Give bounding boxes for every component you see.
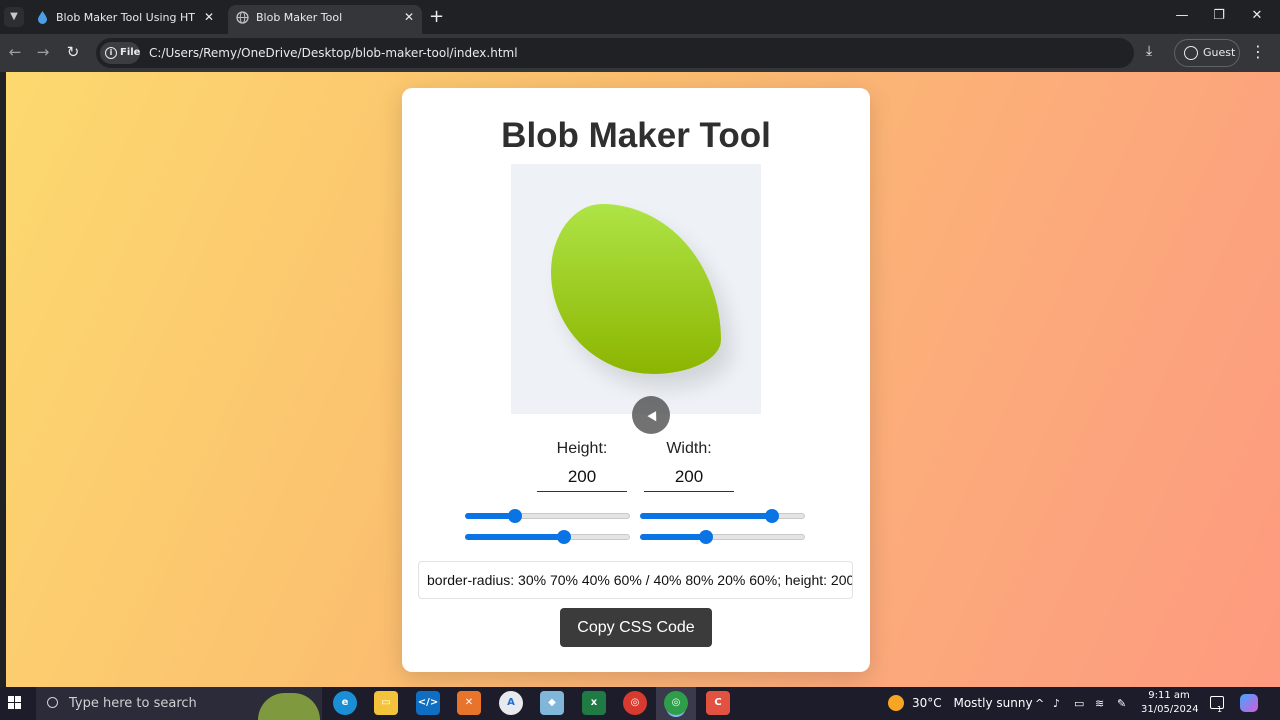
width-label: Width: bbox=[666, 440, 712, 457]
blob-preview bbox=[511, 164, 761, 414]
pen-icon[interactable]: ✎ bbox=[1117, 687, 1126, 720]
back-arrow-icon[interactable]: ← bbox=[5, 42, 25, 62]
copilot-icon[interactable] bbox=[1240, 694, 1258, 712]
slider-radius-bottom-right[interactable] bbox=[465, 529, 630, 545]
maximize-button[interactable]: ❐ bbox=[1199, 4, 1239, 28]
app-icon[interactable]: C bbox=[706, 691, 730, 715]
info-icon: i bbox=[105, 47, 117, 59]
globe-icon bbox=[236, 11, 249, 24]
address-bar[interactable]: i File C:/Users/Remy/OneDrive/Desktop/bl… bbox=[96, 38, 1134, 68]
blob-maker-card: Blob Maker Tool Height: Width: bbox=[402, 88, 870, 672]
clock-time: 9:11 am bbox=[1148, 690, 1190, 701]
close-icon[interactable]: ✕ bbox=[404, 5, 414, 30]
chrome-icon[interactable]: ◎ bbox=[623, 691, 647, 715]
taskbar: Type here to search e ▭ </> ✕ A ◆ x ◎ ◎ … bbox=[0, 687, 1280, 720]
slider-thumb[interactable] bbox=[508, 509, 522, 523]
forward-arrow-icon[interactable]: → bbox=[33, 42, 53, 62]
tab-blob-maker-tutorial[interactable]: Blob Maker Tool Using HTML, C ✕ bbox=[28, 5, 222, 34]
search-icon bbox=[47, 697, 58, 708]
tab-title: Blob Maker Tool bbox=[256, 11, 343, 24]
profile-button[interactable]: Guest bbox=[1174, 39, 1240, 67]
search-highlight-icon bbox=[258, 693, 320, 720]
xampp-icon[interactable]: ✕ bbox=[457, 691, 481, 715]
app-icon[interactable]: ◆ bbox=[540, 691, 564, 715]
excel-icon[interactable]: x bbox=[582, 691, 606, 715]
slider-fill bbox=[465, 534, 564, 540]
menu-icon[interactable]: ⋮ bbox=[1250, 42, 1266, 61]
url-text[interactable]: C:/Users/Remy/OneDrive/Desktop/blob-make… bbox=[149, 38, 518, 68]
close-icon[interactable]: ✕ bbox=[204, 5, 214, 30]
height-input[interactable] bbox=[537, 462, 627, 492]
width-input[interactable] bbox=[644, 462, 734, 492]
new-tab-button[interactable]: + bbox=[429, 6, 444, 28]
slider-radius-bottom-left[interactable] bbox=[640, 529, 805, 545]
tab-blob-maker-tool[interactable]: Blob Maker Tool ✕ bbox=[228, 5, 422, 34]
battery-icon[interactable]: ▭ bbox=[1074, 687, 1084, 720]
taskbar-clock[interactable]: 9:11 am 31/05/2024 bbox=[1141, 689, 1199, 717]
page-title: Blob Maker Tool bbox=[501, 116, 771, 155]
page-viewport: Blob Maker Tool Height: Width: bbox=[6, 72, 1280, 687]
weather-widget[interactable]: 30°C Mostly sunny bbox=[886, 687, 1033, 720]
site-info-label: File bbox=[120, 47, 141, 58]
download-icon[interactable]: ⤓ bbox=[1146, 43, 1152, 59]
cursor-icon bbox=[632, 396, 670, 434]
taskbar-search-placeholder: Type here to search bbox=[69, 696, 197, 711]
slider-thumb[interactable] bbox=[765, 509, 779, 523]
copy-css-button[interactable]: Copy CSS Code bbox=[560, 608, 712, 647]
tab-title: Blob Maker Tool Using HTML, C bbox=[56, 11, 196, 24]
wifi-icon[interactable]: ≋ bbox=[1095, 687, 1104, 720]
vscode-icon[interactable]: </> bbox=[416, 691, 440, 715]
notification-count: 1 bbox=[1217, 705, 1223, 714]
browser-toolbar: ← → ↻ i File C:/Users/Remy/OneDrive/Desk… bbox=[0, 34, 1280, 72]
slider-thumb[interactable] bbox=[557, 530, 571, 544]
slider-fill bbox=[640, 534, 706, 540]
chevron-up-icon[interactable]: ^ bbox=[1035, 687, 1044, 720]
profile-label: Guest bbox=[1203, 46, 1236, 59]
css-output-field[interactable]: border-radius: 30% 70% 40% 60% / 40% 80%… bbox=[418, 561, 853, 599]
slider-thumb[interactable] bbox=[699, 530, 713, 544]
clock-date: 31/05/2024 bbox=[1141, 704, 1199, 715]
edge-icon[interactable]: e bbox=[333, 691, 357, 715]
sun-icon bbox=[888, 695, 904, 711]
file-explorer-icon[interactable]: ▭ bbox=[374, 691, 398, 715]
slider-radius-top-right[interactable] bbox=[640, 508, 805, 524]
site-info-chip[interactable]: i File bbox=[100, 42, 140, 64]
slider-fill bbox=[640, 513, 772, 519]
slider-radius-top-left[interactable] bbox=[465, 508, 630, 524]
tab-strip: ▼ Blob Maker Tool Using HTML, C ✕ Blob M… bbox=[0, 0, 1280, 34]
reload-icon[interactable]: ↻ bbox=[63, 42, 83, 62]
weather-temp: 30°C bbox=[912, 696, 942, 710]
volume-icon[interactable]: ♪ bbox=[1053, 687, 1060, 720]
minimize-button[interactable]: — bbox=[1162, 4, 1202, 28]
drop-icon bbox=[38, 11, 47, 24]
close-window-button[interactable]: ✕ bbox=[1237, 4, 1277, 28]
profile-icon bbox=[1184, 46, 1198, 60]
weather-desc: Mostly sunny bbox=[953, 696, 1033, 710]
chrome-icon[interactable]: ◎ bbox=[664, 691, 688, 715]
tab-search-icon[interactable]: ▼ bbox=[4, 7, 24, 27]
app-icon[interactable]: A bbox=[499, 691, 523, 715]
blob-shape bbox=[551, 204, 721, 374]
taskbar-search[interactable]: Type here to search bbox=[36, 687, 322, 720]
windows-start-icon[interactable] bbox=[8, 696, 22, 710]
height-label: Height: bbox=[556, 440, 608, 457]
